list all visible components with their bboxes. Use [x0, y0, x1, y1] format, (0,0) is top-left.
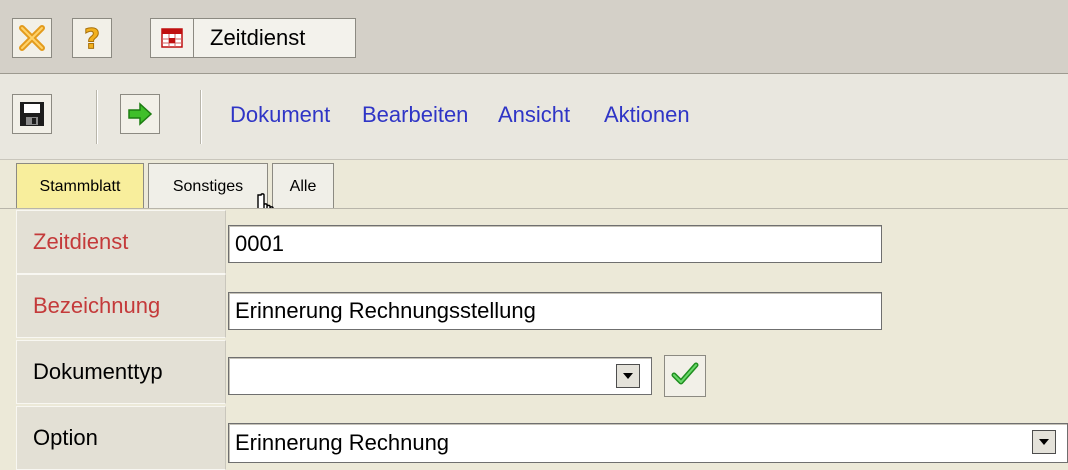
label-dokumenttyp: Dokumenttyp	[16, 340, 226, 404]
chevron-down-icon	[622, 367, 634, 385]
save-icon	[18, 100, 46, 128]
checkmark-icon	[671, 361, 699, 392]
help-button[interactable]: ?	[72, 18, 112, 58]
close-icon	[17, 23, 47, 53]
label-zeitdienst: Zeitdienst	[16, 210, 226, 274]
menu-aktionen[interactable]: Aktionen	[604, 102, 690, 128]
option-select[interactable]: Erinnerung Rechnung	[228, 423, 1068, 463]
close-button[interactable]	[12, 18, 52, 58]
bezeichnung-input[interactable]: Erinnerung Rechnungsstellung	[228, 292, 882, 330]
window-title-tab[interactable]: Zeitdienst	[150, 18, 356, 58]
tab-sonstiges[interactable]: Sonstiges	[148, 163, 268, 210]
chevron-down-icon	[1038, 433, 1050, 451]
tab-stammblatt[interactable]: Stammblatt	[16, 163, 144, 210]
forward-button[interactable]	[120, 94, 160, 134]
window-title: Zeitdienst	[210, 25, 306, 50]
svg-text:?: ?	[84, 23, 100, 53]
menu-ansicht[interactable]: Ansicht	[498, 102, 570, 128]
arrow-right-icon	[126, 100, 154, 128]
help-icon: ?	[77, 23, 107, 53]
toolbar-separator	[200, 90, 202, 144]
save-button[interactable]	[12, 94, 52, 134]
dokumenttyp-dropdown-button[interactable]	[616, 364, 640, 388]
option-dropdown-button[interactable]	[1032, 430, 1056, 454]
label-bezeichnung: Bezeichnung	[16, 274, 226, 338]
menu-dokument[interactable]: Dokument	[230, 102, 330, 128]
toolbar-separator	[96, 90, 98, 144]
dokumenttyp-select[interactable]	[228, 357, 652, 395]
confirm-button[interactable]	[664, 355, 706, 397]
zeitdienst-input[interactable]: 0001	[228, 225, 882, 263]
label-option: Option	[16, 406, 226, 470]
table-icon	[151, 19, 194, 57]
menu-bearbeiten[interactable]: Bearbeiten	[362, 102, 468, 128]
